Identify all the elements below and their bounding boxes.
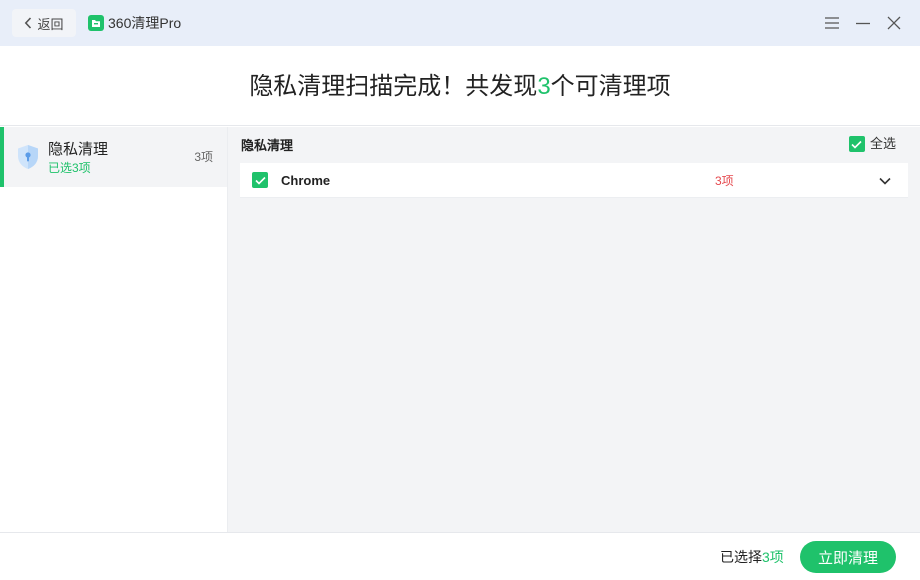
title-count: 3: [537, 72, 551, 100]
footer-bar: 已选择3项 立即清理: [0, 532, 920, 580]
sidebar-item-subtitle: 已选3项: [48, 161, 91, 175]
row-checkbox[interactable]: [252, 172, 268, 188]
minimize-icon[interactable]: [855, 15, 871, 31]
selected-prefix: 已选择: [720, 549, 762, 565]
shield-icon: [18, 145, 38, 169]
title-bar: 返回 360清理Pro: [0, 0, 920, 46]
clean-now-button[interactable]: 立即清理: [800, 541, 896, 573]
sidebar: 隐私清理 已选3项 3项: [0, 127, 228, 532]
checkbox-checked-icon: [848, 136, 865, 152]
section-title: 隐私清理: [241, 138, 294, 153]
scan-result-header: 隐私清理扫描完成！共发现3个可清理项: [0, 46, 920, 126]
selected-count: 3项: [762, 549, 784, 565]
title-prefix: 隐私清理扫描完成！共发现: [249, 72, 538, 100]
title-suffix: 个可清理项: [550, 72, 671, 100]
app-logo-icon: [88, 15, 104, 31]
select-all-checkbox[interactable]: 全选: [844, 136, 896, 152]
chevron-left-icon: [25, 17, 32, 29]
select-all-label: 全选: [869, 136, 896, 151]
list-item-chrome[interactable]: Chrome 3项: [240, 163, 908, 198]
row-count: 3项: [715, 174, 734, 188]
detail-panel: 隐私清理 全选 Chrome 3项: [228, 127, 920, 532]
row-name: Chrome: [281, 173, 331, 188]
sidebar-item-count: 3项: [194, 150, 213, 164]
page-title: 隐私清理扫描完成！共发现3个可清理项: [249, 70, 670, 102]
close-icon[interactable]: [886, 15, 902, 31]
chevron-down-icon[interactable]: [878, 174, 892, 188]
back-button[interactable]: 返回: [12, 9, 76, 37]
back-label: 返回: [37, 16, 64, 32]
selected-summary: 已选择3项: [720, 548, 784, 566]
app-title: 360清理Pro: [108, 15, 182, 31]
sidebar-item-title: 隐私清理: [48, 141, 109, 158]
sidebar-item-privacy-clean[interactable]: 隐私清理 已选3项 3项: [0, 127, 227, 187]
menu-icon[interactable]: [824, 15, 840, 31]
